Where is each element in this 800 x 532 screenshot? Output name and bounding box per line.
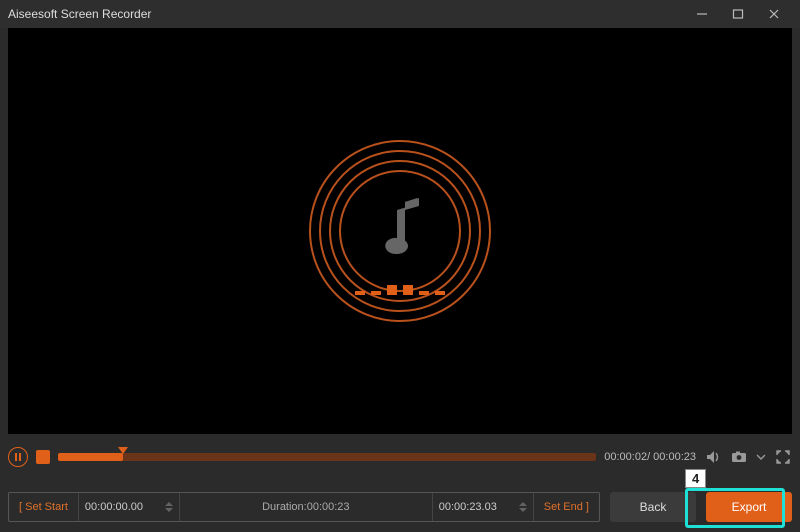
pause-button[interactable] — [8, 447, 28, 467]
stop-button[interactable] — [36, 450, 50, 464]
equalizer-icon — [355, 285, 445, 295]
volume-button[interactable] — [704, 448, 722, 466]
app-title: Aiseesoft Screen Recorder — [8, 7, 684, 21]
pause-icon — [15, 453, 21, 461]
end-time-value: 00:00:23.03 — [439, 501, 497, 513]
playhead-marker[interactable] — [118, 447, 128, 454]
minimize-button[interactable] — [684, 0, 720, 28]
snapshot-dropdown[interactable] — [756, 448, 766, 466]
bottom-bar: [ Set Start 00:00:00.00 Duration:00:00:2… — [8, 492, 792, 522]
start-time-spinner[interactable] — [165, 495, 175, 519]
fullscreen-button[interactable] — [774, 448, 792, 466]
start-time-field[interactable]: 00:00:00.00 — [79, 493, 179, 521]
trim-group: [ Set Start 00:00:00.00 Duration:00:00:2… — [8, 492, 600, 522]
start-time-value: 00:00:00.00 — [85, 501, 143, 513]
playback-bar: 00:00:02/ 00:00:23 — [8, 440, 792, 474]
duration-display: Duration:00:00:23 — [179, 493, 433, 521]
time-display: 00:00:02/ 00:00:23 — [604, 451, 696, 463]
titlebar: Aiseesoft Screen Recorder — [0, 0, 800, 28]
close-button[interactable] — [756, 0, 792, 28]
progress-slider[interactable] — [58, 452, 596, 462]
set-end-button[interactable]: Set End ] — [533, 493, 599, 521]
preview-area — [8, 28, 792, 434]
set-start-button[interactable]: [ Set Start — [9, 493, 79, 521]
back-button[interactable]: Back — [610, 492, 696, 522]
audio-visualizer — [300, 131, 500, 331]
music-note-icon — [375, 196, 425, 266]
end-time-spinner[interactable] — [519, 495, 529, 519]
end-time-field[interactable]: 00:00:23.03 — [433, 493, 533, 521]
export-button[interactable]: Export — [706, 492, 792, 522]
maximize-button[interactable] — [720, 0, 756, 28]
snapshot-button[interactable] — [730, 448, 748, 466]
